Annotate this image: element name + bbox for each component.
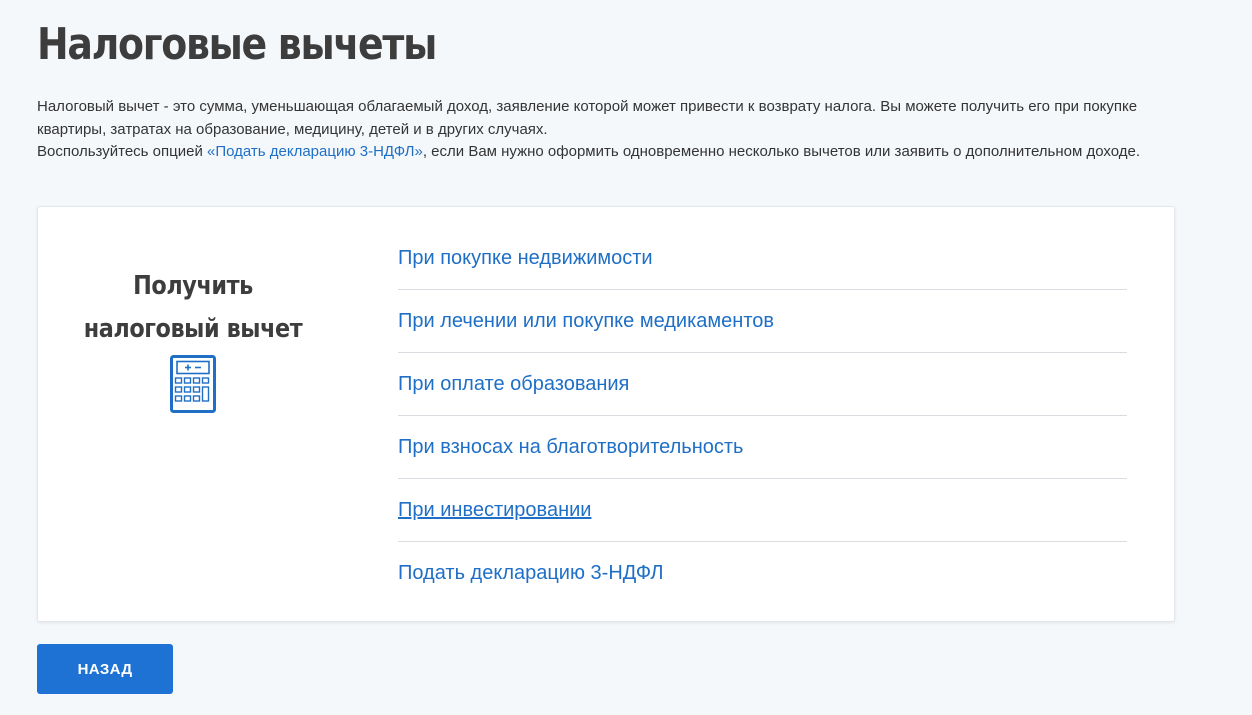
card-header: Получить налоговый вычет xyxy=(38,265,348,413)
intro-text: Налоговый вычет - это сумма, уменьшающая… xyxy=(37,96,1177,164)
intro-text-before-link: Воспользуйтесь опцией xyxy=(37,143,207,160)
list-item: При оплате образования xyxy=(398,353,1127,416)
card-title-line-1: Получить xyxy=(133,271,253,301)
declaration-inline-link[interactable]: «Подать декларацию 3-НДФЛ» xyxy=(207,143,423,160)
investment-link[interactable]: При инвестировании xyxy=(398,498,591,522)
intro-paragraph-1: Налоговый вычет - это сумма, уменьшающая… xyxy=(37,98,1138,138)
charity-link[interactable]: При взносах на благотворительность xyxy=(398,435,743,459)
list-item: При взносах на благотворительность xyxy=(398,416,1127,479)
declaration-link[interactable]: Подать декларацию 3-НДФЛ xyxy=(398,561,664,585)
education-link[interactable]: При оплате образования xyxy=(398,372,629,396)
medical-link[interactable]: При лечении или покупке медикаментов xyxy=(398,309,774,333)
calculator-icon xyxy=(170,355,216,413)
list-item: Подать декларацию 3-НДФЛ xyxy=(398,542,1127,604)
back-button[interactable]: НАЗАД xyxy=(37,644,173,694)
deduction-card: Получить налоговый вычет При покупке нед… xyxy=(37,206,1175,622)
list-item: При инвестировании xyxy=(398,479,1127,542)
list-item: При покупке недвижимости xyxy=(398,227,1127,290)
deduction-links-list: При покупке недвижимости При лечении или… xyxy=(398,227,1127,604)
card-title-line-2: налоговый вычет xyxy=(83,314,303,344)
card-title: Получить налоговый вычет xyxy=(60,265,327,351)
intro-text-after-link: , если Вам нужно оформить одновременно н… xyxy=(422,143,1141,160)
real-estate-link[interactable]: При покупке недвижимости xyxy=(398,246,653,270)
page-title: Налоговые вычеты xyxy=(37,19,437,70)
list-item: При лечении или покупке медикаментов xyxy=(398,290,1127,353)
intro-paragraph-2: Воспользуйтесь опцией «Подать декларацию… xyxy=(37,141,1177,164)
